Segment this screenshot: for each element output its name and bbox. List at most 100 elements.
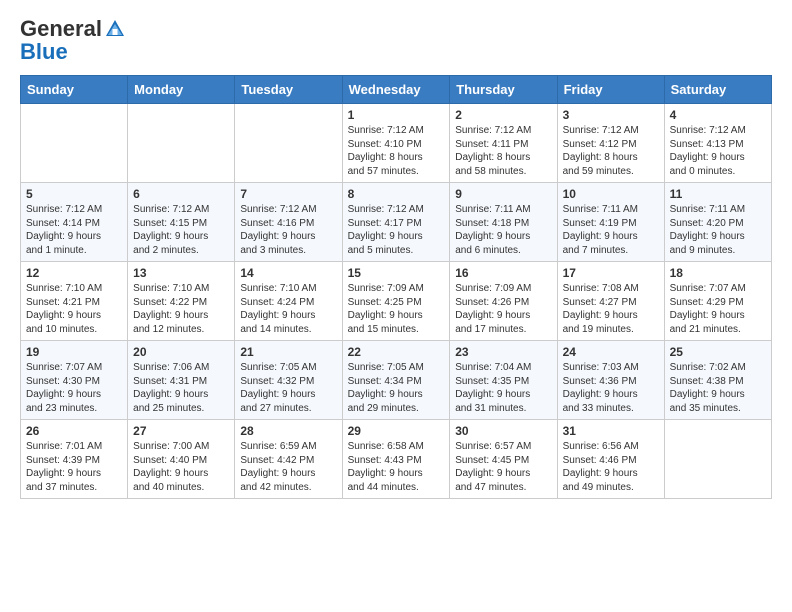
logo: General Blue [20,16,126,65]
day-number: 20 [133,345,229,359]
day-info: Sunrise: 7:12 AM Sunset: 4:16 PM Dayligh… [240,203,336,257]
weekday-header-saturday: Saturday [664,76,771,104]
day-cell: 16 Sunrise: 7:09 AM Sunset: 4:26 PM Dayli… [450,262,557,341]
week-row-2: 5 Sunrise: 7:12 AM Sunset: 4:14 PM Daylig… [21,183,772,262]
day-info: Sunrise: 7:10 AM Sunset: 4:24 PM Dayligh… [240,282,336,336]
day-info: Sunrise: 7:01 AM Sunset: 4:39 PM Dayligh… [26,440,122,494]
calendar-table: SundayMondayTuesdayWednesdayThursdayFrid… [20,75,772,499]
day-number: 24 [563,345,659,359]
day-cell: 1 Sunrise: 7:12 AM Sunset: 4:10 PM Daylig… [342,104,450,183]
day-number: 23 [455,345,551,359]
day-info: Sunrise: 7:10 AM Sunset: 4:21 PM Dayligh… [26,282,122,336]
day-number: 1 [348,108,445,122]
day-number: 19 [26,345,122,359]
day-cell: 4 Sunrise: 7:12 AM Sunset: 4:13 PM Daylig… [664,104,771,183]
day-cell: 29Sunrise: 6:58 AM Sunset: 4:43 PM Dayli… [342,420,450,499]
day-info: Sunrise: 7:11 AM Sunset: 4:18 PM Dayligh… [455,203,551,257]
weekday-header-monday: Monday [128,76,235,104]
day-cell: 5 Sunrise: 7:12 AM Sunset: 4:14 PM Daylig… [21,183,128,262]
day-number: 18 [670,266,766,280]
day-number: 8 [348,187,445,201]
day-info: Sunrise: 7:04 AM Sunset: 4:35 PM Dayligh… [455,361,551,415]
day-cell [21,104,128,183]
day-info: Sunrise: 7:12 AM Sunset: 4:17 PM Dayligh… [348,203,445,257]
day-number: 21 [240,345,336,359]
weekday-header-sunday: Sunday [21,76,128,104]
day-number: 13 [133,266,229,280]
week-row-1: 1 Sunrise: 7:12 AM Sunset: 4:10 PM Daylig… [21,104,772,183]
day-number: 22 [348,345,445,359]
day-number: 17 [563,266,659,280]
day-cell: 13 Sunrise: 7:10 AM Sunset: 4:22 PM Dayli… [128,262,235,341]
day-cell: 25Sunrise: 7:02 AM Sunset: 4:38 PM Dayli… [664,341,771,420]
day-info: Sunrise: 7:07 AM Sunset: 4:29 PM Dayligh… [670,282,766,336]
day-info: Sunrise: 7:12 AM Sunset: 4:10 PM Dayligh… [348,124,445,178]
week-row-4: 19 Sunrise: 7:07 AM Sunset: 4:30 PM Dayli… [21,341,772,420]
day-cell: 15 Sunrise: 7:09 AM Sunset: 4:25 PM Dayli… [342,262,450,341]
day-cell [235,104,342,183]
day-info: Sunrise: 7:00 AM Sunset: 4:40 PM Dayligh… [133,440,229,494]
day-cell: 18 Sunrise: 7:07 AM Sunset: 4:29 PM Dayli… [664,262,771,341]
day-cell: 9 Sunrise: 7:11 AM Sunset: 4:18 PM Daylig… [450,183,557,262]
header: General Blue [20,16,772,65]
day-info: Sunrise: 7:05 AM Sunset: 4:32 PM Dayligh… [240,361,336,415]
day-info: Sunrise: 7:10 AM Sunset: 4:22 PM Dayligh… [133,282,229,336]
day-cell: 10 Sunrise: 7:11 AM Sunset: 4:19 PM Dayli… [557,183,664,262]
day-cell: 8 Sunrise: 7:12 AM Sunset: 4:17 PM Daylig… [342,183,450,262]
day-info: Sunrise: 7:12 AM Sunset: 4:14 PM Dayligh… [26,203,122,257]
day-number: 5 [26,187,122,201]
day-info: Sunrise: 7:09 AM Sunset: 4:25 PM Dayligh… [348,282,445,336]
weekday-header-tuesday: Tuesday [235,76,342,104]
day-number: 14 [240,266,336,280]
day-cell: 30 Sunrise: 6:57 AM Sunset: 4:45 PM Dayli… [450,420,557,499]
logo-blue-text: Blue [20,39,68,65]
day-info: Sunrise: 7:06 AM Sunset: 4:31 PM Dayligh… [133,361,229,415]
day-info: Sunrise: 7:11 AM Sunset: 4:20 PM Dayligh… [670,203,766,257]
day-number: 28 [240,424,336,438]
day-cell: 12 Sunrise: 7:10 AM Sunset: 4:21 PM Dayli… [21,262,128,341]
week-row-3: 12 Sunrise: 7:10 AM Sunset: 4:21 PM Dayli… [21,262,772,341]
day-number: 26 [26,424,122,438]
day-info: Sunrise: 6:57 AM Sunset: 4:45 PM Dayligh… [455,440,551,494]
weekday-header-thursday: Thursday [450,76,557,104]
day-number: 15 [348,266,445,280]
weekday-header-row: SundayMondayTuesdayWednesdayThursdayFrid… [21,76,772,104]
day-cell: 7Sunrise: 7:12 AM Sunset: 4:16 PM Daylig… [235,183,342,262]
day-cell: 23 Sunrise: 7:04 AM Sunset: 4:35 PM Dayli… [450,341,557,420]
page: General Blue SundayMondayTuesdayWednesda… [0,0,792,519]
day-number: 6 [133,187,229,201]
day-number: 29 [348,424,445,438]
weekday-header-wednesday: Wednesday [342,76,450,104]
day-cell: 26 Sunrise: 7:01 AM Sunset: 4:39 PM Dayli… [21,420,128,499]
day-number: 27 [133,424,229,438]
day-cell: 31Sunrise: 6:56 AM Sunset: 4:46 PM Dayli… [557,420,664,499]
day-number: 16 [455,266,551,280]
day-info: Sunrise: 7:09 AM Sunset: 4:26 PM Dayligh… [455,282,551,336]
day-cell: 6 Sunrise: 7:12 AM Sunset: 4:15 PM Daylig… [128,183,235,262]
day-info: Sunrise: 7:12 AM Sunset: 4:13 PM Dayligh… [670,124,766,178]
day-number: 30 [455,424,551,438]
week-row-5: 26 Sunrise: 7:01 AM Sunset: 4:39 PM Dayli… [21,420,772,499]
day-number: 12 [26,266,122,280]
day-number: 10 [563,187,659,201]
day-number: 31 [563,424,659,438]
day-cell: 28Sunrise: 6:59 AM Sunset: 4:42 PM Dayli… [235,420,342,499]
day-cell: 20 Sunrise: 7:06 AM Sunset: 4:31 PM Dayli… [128,341,235,420]
day-cell: 3Sunrise: 7:12 AM Sunset: 4:12 PM Daylig… [557,104,664,183]
day-number: 4 [670,108,766,122]
day-info: Sunrise: 7:11 AM Sunset: 4:19 PM Dayligh… [563,203,659,257]
logo-icon [104,18,126,40]
day-number: 2 [455,108,551,122]
day-info: Sunrise: 7:12 AM Sunset: 4:15 PM Dayligh… [133,203,229,257]
day-info: Sunrise: 7:05 AM Sunset: 4:34 PM Dayligh… [348,361,445,415]
day-cell: 14 Sunrise: 7:10 AM Sunset: 4:24 PM Dayli… [235,262,342,341]
day-info: Sunrise: 7:12 AM Sunset: 4:11 PM Dayligh… [455,124,551,178]
day-number: 9 [455,187,551,201]
day-cell: 27 Sunrise: 7:00 AM Sunset: 4:40 PM Dayli… [128,420,235,499]
weekday-header-friday: Friday [557,76,664,104]
day-info: Sunrise: 7:08 AM Sunset: 4:27 PM Dayligh… [563,282,659,336]
day-number: 3 [563,108,659,122]
day-info: Sunrise: 7:07 AM Sunset: 4:30 PM Dayligh… [26,361,122,415]
day-cell: 21 Sunrise: 7:05 AM Sunset: 4:32 PM Dayli… [235,341,342,420]
day-cell: 22 Sunrise: 7:05 AM Sunset: 4:34 PM Dayli… [342,341,450,420]
